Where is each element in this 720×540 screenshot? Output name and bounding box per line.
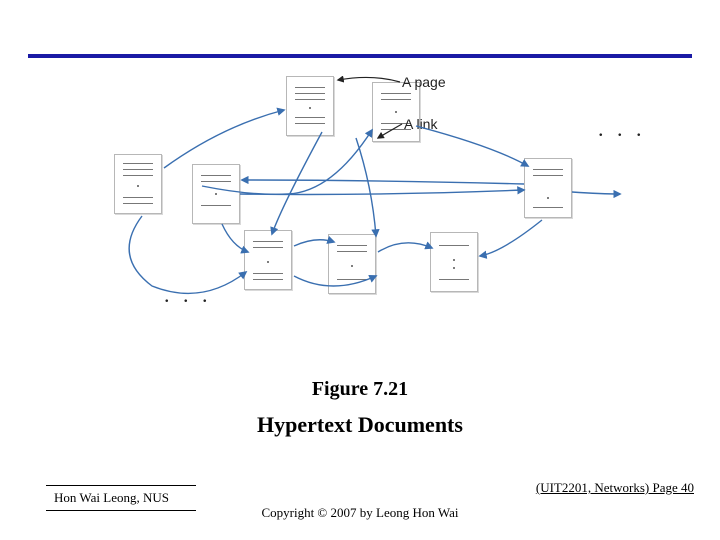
page-box [430,232,478,292]
hypertext-diagram: A page A link . . . . . . [72,76,648,316]
page-box [192,164,240,224]
footer-course-page: (UIT2201, Networks) Page 40 [536,480,694,496]
page-box [372,82,420,142]
page-box [114,154,162,214]
a-page-label: A page [402,74,446,90]
ellipsis-bottom: . . . [164,282,212,308]
a-link-label: A link [404,116,437,132]
top-rule [28,54,692,58]
page-box [328,234,376,294]
figure-title: Hypertext Documents [0,412,720,438]
page-box [524,158,572,218]
figure-number: Figure 7.21 [0,378,720,401]
footer-copyright: Copyright © 2007 by Leong Hon Wai [0,505,720,521]
slide: A page A link . . . . . . [0,0,720,540]
ellipsis-right: . . . [598,116,646,142]
page-box [244,230,292,290]
page-box [286,76,334,136]
